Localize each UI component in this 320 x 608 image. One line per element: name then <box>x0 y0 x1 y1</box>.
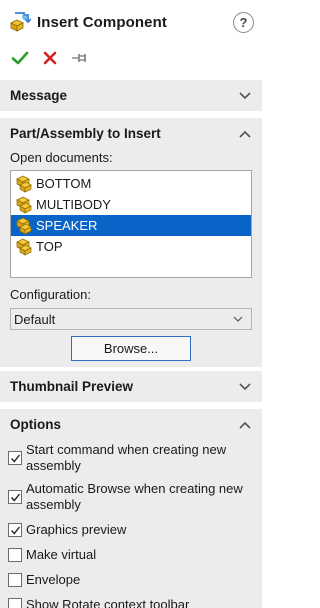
document-name: BOTTOM <box>36 176 92 191</box>
checkbox[interactable] <box>8 548 22 562</box>
section-thumbnail-label: Thumbnail Preview <box>10 379 134 394</box>
action-bar <box>0 44 262 72</box>
open-documents-label: Open documents: <box>10 150 113 165</box>
pushpin-icon <box>72 54 86 62</box>
check-icon <box>11 51 29 65</box>
option-label: Show Rotate context toolbar <box>26 597 190 608</box>
checkbox[interactable] <box>8 451 22 465</box>
option-show-rotate-toolbar[interactable]: Show Rotate context toolbar <box>8 597 254 608</box>
panel-header: Insert Component ? <box>0 0 262 44</box>
option-automatic-browse[interactable]: Automatic Browse when creating new assem… <box>8 481 254 513</box>
assembly-icon <box>16 175 32 193</box>
configuration-select[interactable]: Default <box>10 308 252 330</box>
list-item[interactable]: BOTTOM <box>11 173 251 194</box>
section-part-assembly-header[interactable]: Part/Assembly to Insert <box>0 118 262 149</box>
assembly-icon <box>16 238 32 256</box>
chevron-up-icon <box>239 421 251 429</box>
checkmark-icon <box>10 454 20 463</box>
option-make-virtual[interactable]: Make virtual <box>8 547 254 563</box>
section-part-assembly-label: Part/Assembly to Insert <box>10 126 161 141</box>
document-name: MULTIBODY <box>36 197 111 212</box>
browse-button[interactable]: Browse... <box>71 336 191 361</box>
options-body: Start command when creating new assembly… <box>0 440 262 608</box>
list-item[interactable]: TOP <box>11 236 251 257</box>
option-label: Envelope <box>26 572 81 587</box>
option-label: Start command when creating new assembly <box>26 442 227 473</box>
assembly-icon <box>16 217 32 235</box>
configuration-value: Default <box>14 311 56 327</box>
option-label: Make virtual <box>26 547 97 562</box>
document-name: SPEAKER <box>36 218 98 233</box>
checkmark-icon <box>10 493 20 502</box>
option-label: Graphics preview <box>26 522 127 537</box>
option-start-command[interactable]: Start command when creating new assembly <box>8 442 254 474</box>
option-envelope[interactable]: Envelope <box>8 572 254 588</box>
part-assembly-body: Open documents: BOTTOM MULTIBODY SPEAKER… <box>0 149 262 367</box>
document-name: TOP <box>36 239 63 254</box>
checkbox[interactable] <box>8 598 22 608</box>
section-options-label: Options <box>10 417 61 432</box>
chevron-down-icon <box>239 91 251 99</box>
section-message-header[interactable]: Message <box>0 80 262 111</box>
x-icon <box>43 51 57 65</box>
property-manager-panel: Insert Component ? Message Part/Assembly… <box>0 0 262 608</box>
panel-title: Insert Component <box>37 13 167 31</box>
cancel-button[interactable] <box>40 48 60 68</box>
option-label: Automatic Browse when creating new assem… <box>26 481 243 512</box>
list-item-selected[interactable]: SPEAKER <box>11 215 251 236</box>
chevron-down-icon <box>233 316 243 322</box>
chevron-down-icon <box>239 382 251 390</box>
assembly-icon <box>16 196 32 214</box>
insert-component-icon <box>10 12 31 32</box>
configuration-label: Configuration: <box>10 287 91 302</box>
checkbox[interactable] <box>8 523 22 537</box>
chevron-up-icon <box>239 130 251 138</box>
ok-button[interactable] <box>10 48 30 68</box>
checkbox[interactable] <box>8 490 22 504</box>
help-button[interactable]: ? <box>233 11 254 33</box>
checkmark-icon <box>10 526 20 535</box>
help-icon: ? <box>239 14 248 30</box>
list-item[interactable]: MULTIBODY <box>11 194 251 215</box>
browse-wrap: Browse... <box>10 330 252 367</box>
checkbox[interactable] <box>8 573 22 587</box>
section-options-header[interactable]: Options <box>0 409 262 440</box>
option-graphics-preview[interactable]: Graphics preview <box>8 522 254 538</box>
section-thumbnail-header[interactable]: Thumbnail Preview <box>0 371 262 402</box>
pin-button[interactable] <box>70 48 90 68</box>
section-message-label: Message <box>10 88 68 103</box>
open-documents-list[interactable]: BOTTOM MULTIBODY SPEAKER TOP <box>10 170 252 278</box>
